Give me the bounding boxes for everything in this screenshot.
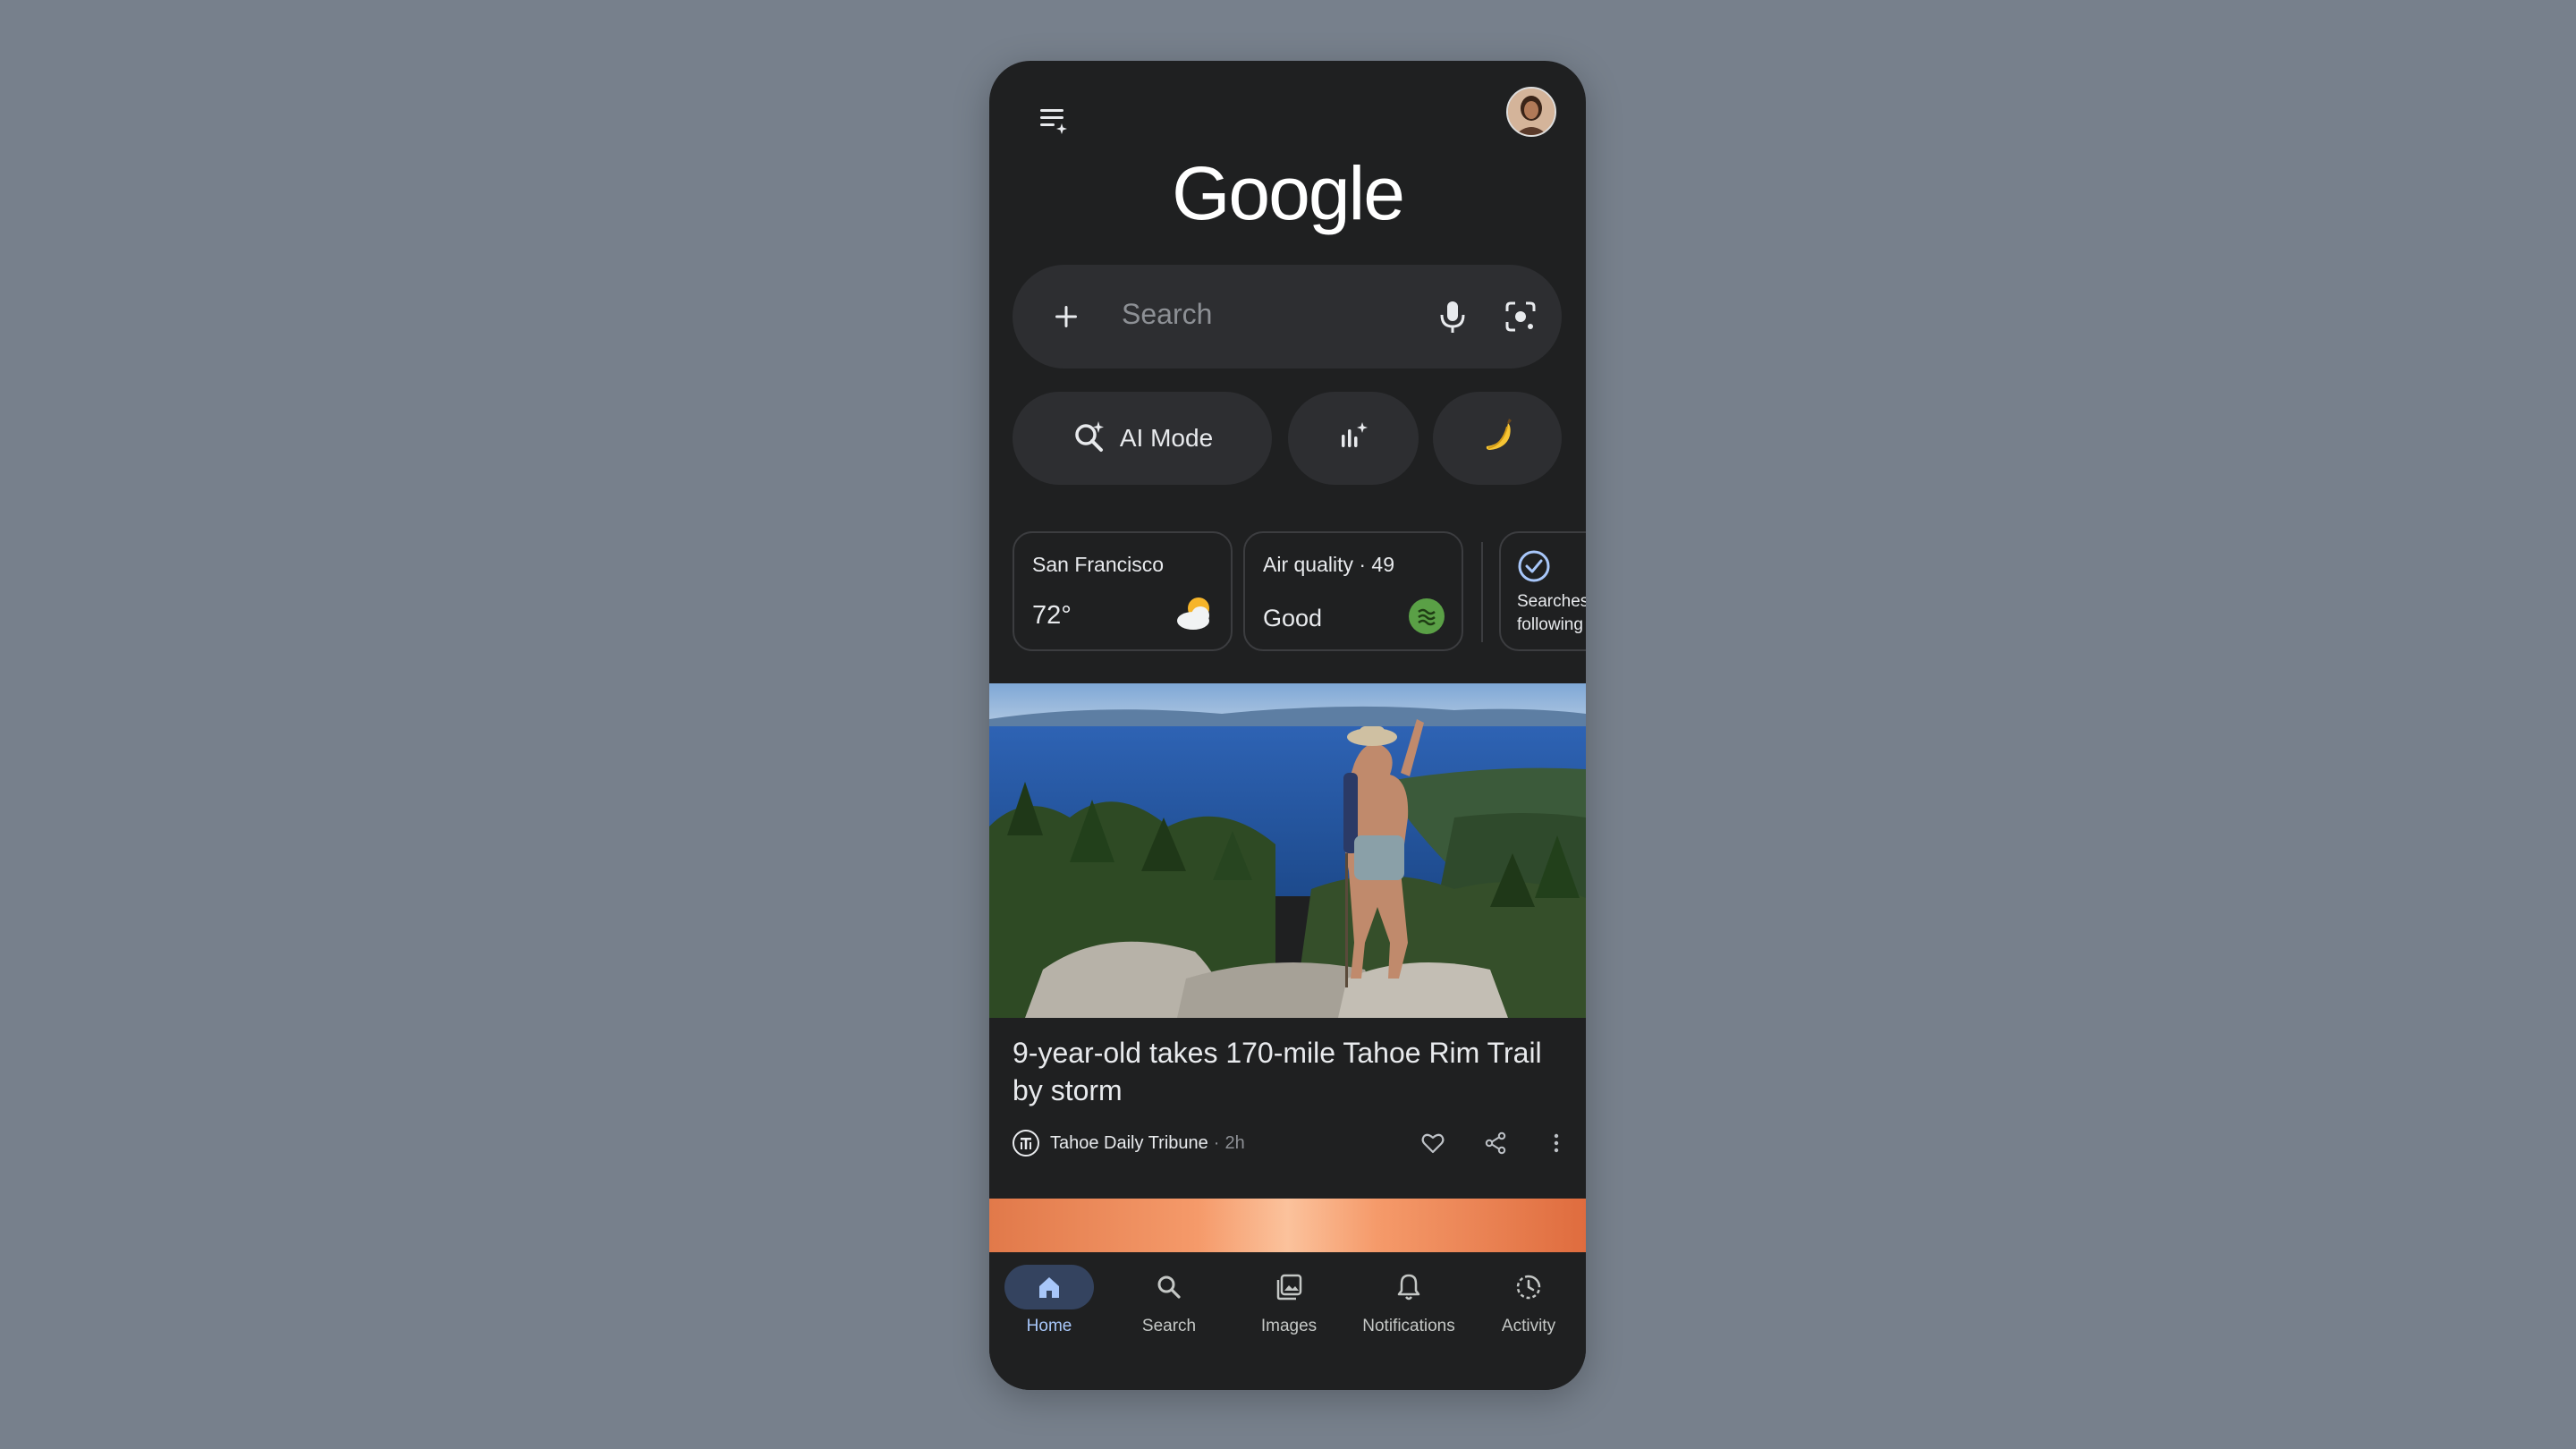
weather-city: San Francisco — [1032, 553, 1165, 576]
ai-mode-button[interactable]: AI Mode — [1013, 392, 1272, 485]
nav-notifications[interactable]: Notifications — [1349, 1265, 1469, 1336]
nav-activity-label: Activity — [1501, 1317, 1556, 1335]
air-quality-badge-icon — [1408, 597, 1445, 640]
images-icon — [1244, 1265, 1334, 1309]
nav-search[interactable]: Search — [1109, 1265, 1229, 1336]
ai-mode-label: AI Mode — [1119, 424, 1214, 452]
air-quality-card[interactable]: Air quality · 49 Good — [1243, 531, 1463, 651]
article-meta: Tahoe Daily Tribune · 2h — [1013, 1127, 1245, 1159]
source-logo-icon — [1013, 1130, 1039, 1157]
article-image[interactable] — [989, 683, 1586, 1018]
air-quality-title: Air quality · 49 — [1263, 553, 1395, 576]
search-bar[interactable]: Search — [1013, 265, 1562, 369]
lens-icon[interactable] — [1497, 293, 1544, 340]
share-icon[interactable] — [1478, 1125, 1513, 1161]
next-article-preview[interactable] — [989, 1199, 1586, 1252]
nav-search-label: Search — [1141, 1317, 1197, 1335]
more-icon[interactable] — [1538, 1125, 1574, 1161]
phone-frame: Google Search AI Mode San Francisco 72° … — [989, 61, 1586, 1390]
activity-icon — [1484, 1265, 1573, 1309]
weather-card[interactable]: San Francisco 72° — [1013, 531, 1233, 651]
article-headline[interactable]: 9-year-old takes 170-mile Tahoe Rim Trai… — [1013, 1034, 1549, 1109]
search-icon — [1124, 1265, 1214, 1309]
weather-temp: 72° — [1032, 601, 1072, 630]
mic-icon[interactable] — [1429, 293, 1476, 340]
audio-sparkle-button[interactable] — [1288, 392, 1419, 485]
nav-images-label: Images — [1260, 1317, 1318, 1335]
ai-search-icon — [1072, 419, 1107, 459]
banana-button[interactable] — [1433, 392, 1562, 485]
bottom-nav: Home Search Images Notifications Activit… — [989, 1252, 1586, 1390]
meta-separator: · — [1213, 1132, 1220, 1153]
nav-images[interactable]: Images — [1229, 1265, 1349, 1336]
search-input[interactable]: Search — [1122, 298, 1212, 331]
plus-icon[interactable] — [1045, 295, 1088, 338]
article-source[interactable]: Tahoe Daily Tribune — [1050, 1133, 1208, 1154]
banana-icon — [1478, 414, 1517, 462]
card-divider — [1481, 542, 1483, 642]
searches-following-card[interactable]: Searches following — [1499, 531, 1586, 651]
searches-following-text: Searches following — [1517, 592, 1586, 634]
bell-icon — [1364, 1265, 1453, 1309]
avatar[interactable] — [1506, 87, 1556, 137]
audio-sparkle-icon — [1335, 419, 1371, 459]
partly-cloudy-icon — [1174, 594, 1218, 638]
check-circle-icon — [1517, 549, 1551, 583]
home-icon — [1004, 1265, 1094, 1309]
nav-activity[interactable]: Activity — [1469, 1265, 1586, 1336]
nav-home[interactable]: Home — [989, 1265, 1109, 1336]
article-time: 2h — [1224, 1132, 1245, 1153]
nav-notifications-label: Notifications — [1362, 1317, 1455, 1335]
nav-home-label: Home — [1026, 1317, 1072, 1335]
air-quality-status: Good — [1263, 605, 1323, 631]
heart-icon[interactable] — [1415, 1125, 1451, 1161]
menu-sparkle-icon[interactable] — [1030, 97, 1077, 143]
google-logo: Google — [1172, 151, 1405, 235]
